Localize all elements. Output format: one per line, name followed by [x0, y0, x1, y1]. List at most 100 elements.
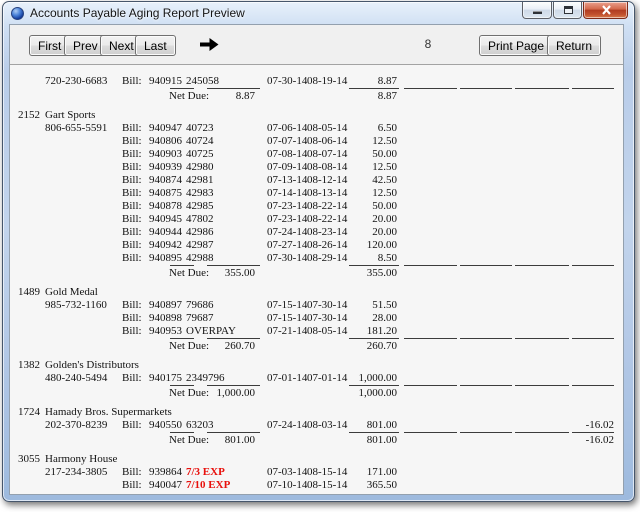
bill-number: 940945 [149, 213, 182, 226]
bill-reference: 245058 [186, 75, 219, 88]
bill-date: 07-07-14 [267, 135, 307, 148]
rule-line [572, 385, 614, 386]
bill-label: Bill: [122, 75, 142, 88]
bill-row: Bill:9405747/24 EXP07-24-1408-15-14489.0… [10, 492, 623, 494]
net-due-row: Net Due:260.70260.70 [10, 340, 623, 353]
rule-line [515, 88, 569, 89]
bill-label: Bill: [122, 148, 142, 161]
bill-date: 07-01-14 [267, 372, 307, 385]
net-due-row: Net Due:801.00801.00-16.02 [10, 434, 623, 447]
bill-reference: 42985 [186, 200, 214, 213]
bill-date: 07-24-14 [267, 419, 307, 432]
bill-reference: 40725 [186, 148, 214, 161]
bill-amount: 1,000.00 [340, 372, 397, 385]
bill-label: Bill: [122, 122, 142, 135]
bill-label: Bill: [122, 200, 142, 213]
customer-phone: 202-370-8239 [45, 419, 107, 432]
customer-name: Gart Sports [45, 109, 95, 122]
rule-line [460, 338, 512, 339]
return-button[interactable]: Return [547, 35, 601, 56]
bill-number: 940806 [149, 135, 182, 148]
page-number: 8 [415, 37, 441, 51]
rule-line [460, 88, 512, 89]
bill-number: 940550 [149, 419, 182, 432]
rule-line [170, 338, 194, 339]
account-number: 1724 [13, 406, 40, 419]
rule-line [572, 432, 614, 433]
bill-date: 07-03-14 [267, 466, 307, 479]
rule-line [515, 265, 569, 266]
toolbar: First Prev Next Last 8 Print Page Return [10, 25, 623, 64]
maximize-button[interactable] [553, 2, 582, 19]
bill-label: Bill: [122, 226, 142, 239]
rule-line [515, 338, 569, 339]
rule-line [404, 88, 457, 89]
bill-date: 07-23-14 [267, 200, 307, 213]
bill-amount: 8.50 [340, 252, 397, 265]
bill-row: 217-234-3805Bill:9398647/3 EXP07-03-1408… [10, 466, 623, 479]
bill-date: 07-23-14 [267, 213, 307, 226]
bill-row: Bill:9408754298307-14-1408-13-1412.50 [10, 187, 623, 200]
net-due-value: 1,000.00 [195, 387, 255, 400]
customer-phone: 480-240-5494 [45, 372, 107, 385]
customer-phone: 806-655-5591 [45, 122, 107, 135]
rule-line [170, 385, 194, 386]
bill-row: Bill:9409424298707-27-1408-26-14120.00 [10, 239, 623, 252]
rule-line [170, 265, 194, 266]
rule-line [349, 338, 399, 339]
bill-amount: 365.50 [340, 479, 397, 492]
current-bucket-total: 355.00 [340, 267, 397, 280]
current-bucket-total: 1,000.00 [340, 387, 397, 400]
bill-number: 940939 [149, 161, 182, 174]
bill-row: Bill:9409454780207-23-1408-22-1420.00 [10, 213, 623, 226]
bill-number: 940915 [149, 75, 182, 88]
bill-number: 940947 [149, 122, 182, 135]
bill-row: Bill:9408064072407-07-1408-06-1412.50 [10, 135, 623, 148]
close-button[interactable] [583, 2, 628, 19]
expired-flag: 7/10 EXP [186, 479, 230, 492]
rule-line [460, 265, 512, 266]
bill-label: Bill: [122, 325, 142, 338]
bill-amount: 20.00 [340, 213, 397, 226]
account-number: 2152 [13, 109, 40, 122]
account-header-row: 1382Golden's Distributors [10, 359, 623, 372]
print-page-button[interactable]: Print Page [479, 35, 553, 56]
bill-label: Bill: [122, 213, 142, 226]
minimize-button[interactable] [522, 2, 552, 19]
net-due-row: Net Due:355.00355.00 [10, 267, 623, 280]
customer-phone: 217-234-3805 [45, 466, 107, 479]
bill-reference: 42981 [186, 174, 214, 187]
oldest-bucket-total: -16.02 [572, 434, 614, 447]
bill-amount: 20.00 [340, 226, 397, 239]
bill-reference: 42988 [186, 252, 214, 265]
titlebar[interactable]: Accounts Payable Aging Report Preview [3, 2, 634, 24]
account-header-row: 1724Hamady Bros. Supermarkets [10, 406, 623, 419]
rule-line [170, 432, 194, 433]
bill-amount: 12.50 [340, 135, 397, 148]
bill-reference: 63203 [186, 419, 214, 432]
customer-name: Golden's Distributors [45, 359, 139, 372]
rule-line [572, 265, 614, 266]
bill-amount: 51.50 [340, 299, 397, 312]
rule-line [349, 265, 399, 266]
customer-name: Harmony House [45, 453, 117, 466]
bill-row: Bill:9408954298807-30-1408-29-148.50 [10, 252, 623, 265]
bill-reference: 42983 [186, 187, 214, 200]
rule-line [460, 432, 512, 433]
customer-name: Gold Medal [45, 286, 98, 299]
bill-number: 940944 [149, 226, 182, 239]
bill-date: 07-24-14 [267, 226, 307, 239]
app-window: Accounts Payable Aging Report Preview Fi… [2, 1, 635, 502]
rule-line [207, 385, 260, 386]
bill-row: Bill:9409394298007-09-1408-08-1412.50 [10, 161, 623, 174]
rule-line [207, 432, 260, 433]
current-bucket-total: 8.87 [340, 90, 397, 103]
expired-flag: 7/3 EXP [186, 466, 225, 479]
rule-line [170, 88, 194, 89]
oldest-bucket-amount: -16.02 [572, 419, 614, 432]
bill-row: Bill:9400477/10 EXP07-10-1408-15-14365.5… [10, 479, 623, 492]
bill-row: Bill:9408987968707-15-1407-30-1428.00 [10, 312, 623, 325]
net-due-value: 260.70 [195, 340, 255, 353]
bill-amount: 171.00 [340, 466, 397, 479]
last-page-button[interactable]: Last [135, 35, 176, 56]
